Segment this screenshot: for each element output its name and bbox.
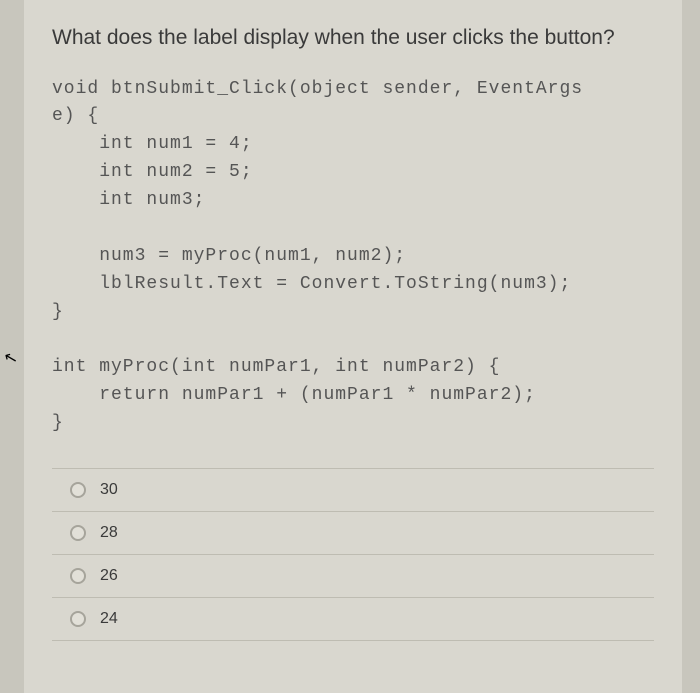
options-list: 30 28 26 24 [52,468,654,641]
radio-icon[interactable] [70,525,86,541]
code-block: void btnSubmit_Click(object sender, Even… [52,76,654,439]
option-label: 28 [100,524,118,542]
option-label: 30 [100,481,118,499]
radio-icon[interactable] [70,568,86,584]
radio-icon[interactable] [70,611,86,627]
mouse-cursor: ↖ [2,347,20,370]
question-text: What does the label display when the use… [52,22,654,54]
option-row[interactable]: 26 [52,555,654,598]
option-row[interactable]: 24 [52,598,654,641]
radio-icon[interactable] [70,482,86,498]
option-row[interactable]: 30 [52,468,654,512]
option-label: 26 [100,567,118,585]
question-card: What does the label display when the use… [24,0,682,693]
option-label: 24 [100,610,118,628]
option-row[interactable]: 28 [52,512,654,555]
